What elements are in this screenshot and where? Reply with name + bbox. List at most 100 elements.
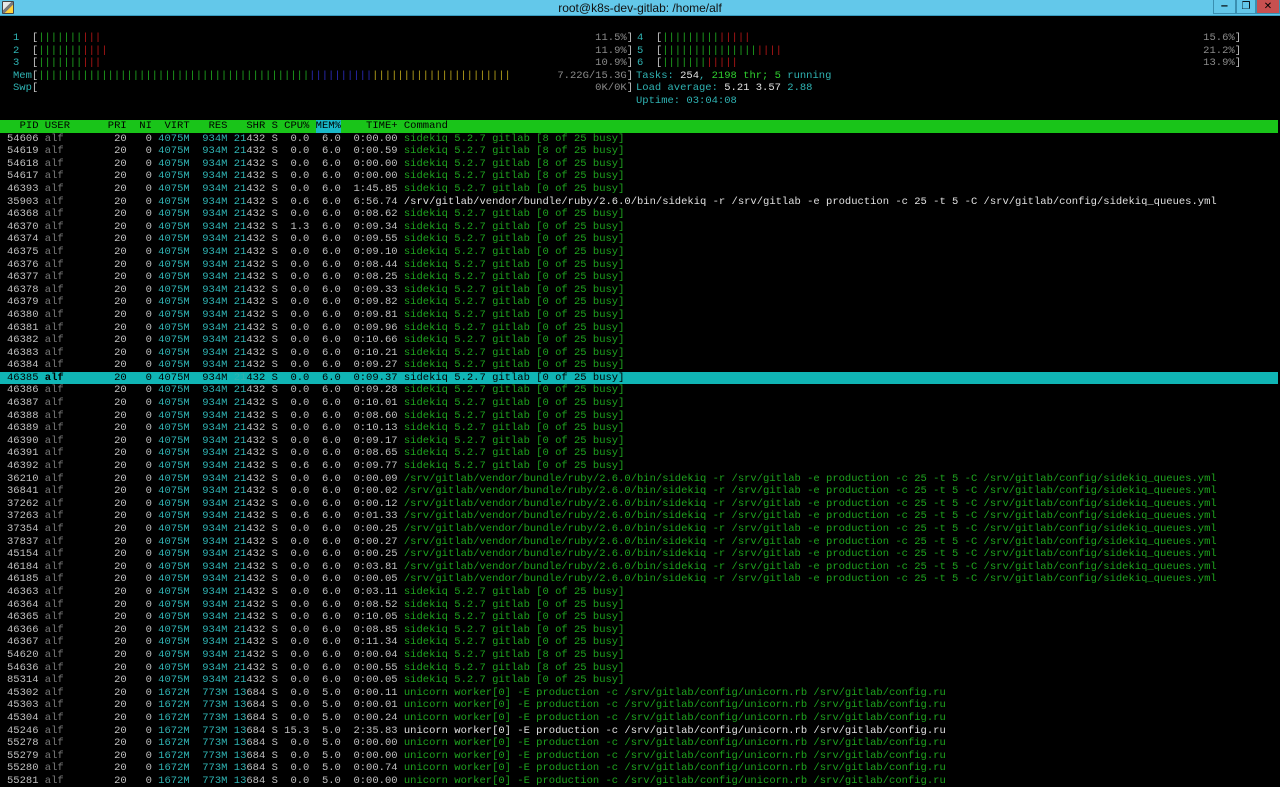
- cell-pid: 46378: [7, 283, 39, 296]
- cell-mem: 6.0: [321, 674, 341, 687]
- process-row[interactable]: 54636 alf 20 0 4075M 934M 21432 S 0.0 6.0 0:00.55 s…: [0, 662, 1278, 675]
- process-list[interactable]: 54606 alf 20 0 4075M 934M 21432 S 0.0 6.0 0:00.00 s…: [0, 133, 1278, 787]
- process-row[interactable]: 46378 alf 20 0 4075M 934M 21432 S 0.0 6.0 0:09.33 s…: [0, 284, 1278, 297]
- meter-swp: Swp[0K/0K]: [13, 82, 633, 95]
- process-row[interactable]: 46365 alf 20 0 4075M 934M 21432 S 0.0 6.0 0:10.05 s…: [0, 611, 1278, 624]
- column-header-s[interactable]: S: [272, 120, 278, 133]
- cell-mem: 6.0: [321, 195, 341, 208]
- process-row[interactable]: 46376 alf 20 0 4075M 934M 21432 S 0.0 6.0 0:08.44 s…: [0, 259, 1278, 272]
- cell-shr: 21432: [233, 359, 266, 372]
- cell-pid: 85314: [7, 674, 39, 687]
- process-row[interactable]: 46368 alf 20 0 4075M 934M 21432 S 0.0 6.0 0:08.62 s…: [0, 208, 1278, 221]
- process-row[interactable]: 54620 alf 20 0 4075M 934M 21432 S 0.0 6.0 0:00.04 s…: [0, 649, 1278, 662]
- cell-s: S: [271, 271, 278, 284]
- process-row[interactable]: 46382 alf 20 0 4075M 934M 21432 S 0.0 6.0 0:10.66 s…: [0, 334, 1278, 347]
- cell-time: 0:00.09: [353, 472, 398, 485]
- process-row[interactable]: 37263 alf 20 0 4075M 934M 21432 S 0.6 6.0 0:01.33 /…: [0, 510, 1278, 523]
- column-header-shr[interactable]: SHR: [234, 120, 265, 133]
- process-row[interactable]: 46364 alf 20 0 4075M 934M 21432 S 0.0 6.0 0:08.52 s…: [0, 599, 1278, 612]
- cell-pid: 46388: [7, 409, 39, 422]
- process-row[interactable]: 85314 alf 20 0 4075M 934M 21432 S 0.0 6.0 0:00.05 s…: [0, 674, 1278, 687]
- minimize-button[interactable]: −: [1213, 0, 1236, 14]
- cell-pri: 20: [114, 661, 127, 674]
- process-row[interactable]: 46370 alf 20 0 4075M 934M 21432 S 1.3 6.0 0:09.34 s…: [0, 221, 1278, 234]
- process-row[interactable]: 55279 alf 20 0 1672M 773M 13684 S 0.0 5.0 0:00.00 u…: [0, 750, 1278, 763]
- process-row[interactable]: 46375 alf 20 0 4075M 934M 21432 S 0.0 6.0 0:09.10 s…: [0, 246, 1278, 259]
- cell-cpu: 0.0: [290, 258, 310, 271]
- process-row[interactable]: 46391 alf 20 0 4075M 934M 21432 S 0.0 6.0 0:08.65 s…: [0, 447, 1278, 460]
- process-row[interactable]: 46377 alf 20 0 4075M 934M 21432 S 0.0 6.0 0:08.25 s…: [0, 271, 1278, 284]
- cell-mem: 6.0: [321, 397, 341, 410]
- cell-mem: 6.0: [321, 321, 341, 334]
- process-row[interactable]: 45246 alf 20 0 1672M 773M 13684 S 15.3 5.0 2:35.83…: [0, 725, 1278, 738]
- column-header-user[interactable]: USER: [45, 120, 102, 133]
- cell-mem: 6.0: [321, 485, 341, 498]
- cell-cpu: 0.0: [290, 573, 310, 586]
- column-header-virt[interactable]: VIRT: [158, 120, 189, 133]
- column-header-res[interactable]: RES: [196, 120, 228, 133]
- cell-cpu: 0.0: [290, 233, 310, 246]
- process-row[interactable]: 46381 alf 20 0 4075M 934M 21432 S 0.0 6.0 0:09.96 s…: [0, 322, 1278, 335]
- cell-res: 934M: [202, 359, 228, 372]
- process-row[interactable]: 46184 alf 20 0 4075M 934M 21432 S 0.0 6.0 0:03.81 /…: [0, 561, 1278, 574]
- process-row[interactable]: 55280 alf 20 0 1672M 773M 13684 S 0.0 5.0 0:00.74 u…: [0, 762, 1278, 775]
- cell-pid: 45154: [7, 548, 39, 561]
- column-header-ni[interactable]: NI: [133, 120, 152, 133]
- restore-button[interactable]: ❐: [1236, 0, 1256, 14]
- cell-time: 0:09.81: [353, 308, 398, 321]
- process-row[interactable]: 54618 alf 20 0 4075M 934M 21432 S 0.0 6.0 0:00.00 s…: [0, 158, 1278, 171]
- cell-time: 0:03.81: [353, 560, 398, 573]
- process-row[interactable]: 35903 alf 20 0 4075M 934M 21432 S 0.6 6.0 6:56.74 /…: [0, 196, 1278, 209]
- process-row[interactable]: 46383 alf 20 0 4075M 934M 21432 S 0.0 6.0 0:10.21 s…: [0, 347, 1278, 360]
- process-row-selected[interactable]: 46385 alf 20 0 4075M 934M 21432 S 0.0 6.0 0:09.37 s…: [0, 371, 1278, 385]
- cell-user: alf: [44, 145, 64, 158]
- process-row[interactable]: 36210 alf 20 0 4075M 934M 21432 S 0.0 6.0 0:00.09 /…: [0, 473, 1278, 486]
- process-row[interactable]: 46386 alf 20 0 4075M 934M 21432 S 0.0 6.0 0:09.28 s…: [0, 384, 1278, 397]
- cell-ni: 0: [145, 397, 152, 410]
- process-row[interactable]: 55281 alf 20 0 1672M 773M 13684 S 0.0 5.0 0:00.00 u…: [0, 775, 1278, 787]
- process-row[interactable]: 36841 alf 20 0 4075M 934M 21432 S 0.0 6.0 0:00.02 /…: [0, 485, 1278, 498]
- column-header-pid[interactable]: PID: [7, 120, 39, 133]
- cell-mem: 6.0: [321, 384, 341, 397]
- cell-res: 934M: [202, 460, 228, 473]
- process-row[interactable]: 37837 alf 20 0 4075M 934M 21432 S 0.0 6.0 0:00.27 /…: [0, 536, 1278, 549]
- process-row[interactable]: 46393 alf 20 0 4075M 934M 21432 S 0.0 6.0 1:45.85 s…: [0, 183, 1278, 196]
- cell-s: S: [271, 334, 278, 347]
- process-row[interactable]: 46374 alf 20 0 4075M 934M 21432 S 0.0 6.0 0:09.55 s…: [0, 233, 1278, 246]
- process-row[interactable]: 46379 alf 20 0 4075M 934M 21432 S 0.0 6.0 0:09.82 s…: [0, 296, 1278, 309]
- cell-shr: 21432: [233, 208, 266, 221]
- column-header-cmd[interactable]: Command: [404, 120, 448, 133]
- process-row[interactable]: 45304 alf 20 0 1672M 773M 13684 S 0.0 5.0 0:00.24 u…: [0, 712, 1278, 725]
- process-row[interactable]: 46384 alf 20 0 4075M 934M 21432 S 0.0 6.0 0:09.27 s…: [0, 359, 1278, 372]
- process-row[interactable]: 37354 alf 20 0 4075M 934M 21432 S 0.0 6.0 0:00.25 /…: [0, 523, 1278, 536]
- process-row[interactable]: 46366 alf 20 0 4075M 934M 21432 S 0.0 6.0 0:08.85 s…: [0, 624, 1278, 637]
- process-row[interactable]: 46390 alf 20 0 4075M 934M 21432 S 0.0 6.0 0:09.17 s…: [0, 435, 1278, 448]
- process-row[interactable]: 45154 alf 20 0 4075M 934M 21432 S 0.0 6.0 0:00.25 /…: [0, 548, 1278, 561]
- process-row[interactable]: 46392 alf 20 0 4075M 934M 21432 S 0.6 6.0 0:09.77 s…: [0, 460, 1278, 473]
- process-row[interactable]: 37262 alf 20 0 4075M 934M 21432 S 0.0 6.0 0:00.12 /…: [0, 498, 1278, 511]
- process-row[interactable]: 45302 alf 20 0 1672M 773M 13684 S 0.0 5.0 0:00.11 u…: [0, 687, 1278, 700]
- process-row[interactable]: 46380 alf 20 0 4075M 934M 21432 S 0.0 6.0 0:09.81 s…: [0, 309, 1278, 322]
- column-header-pri[interactable]: PRI: [108, 120, 127, 133]
- cell-cpu: 0.0: [290, 397, 310, 410]
- process-row[interactable]: 54606 alf 20 0 4075M 934M 21432 S 0.0 6.0 0:00.00 s…: [0, 133, 1278, 146]
- process-row[interactable]: 46185 alf 20 0 4075M 934M 21432 S 0.0 6.0 0:00.05 /…: [0, 573, 1278, 586]
- process-row[interactable]: 46363 alf 20 0 4075M 934M 21432 S 0.0 6.0 0:03.11 s…: [0, 586, 1278, 599]
- column-header-time[interactable]: TIME+: [347, 120, 398, 133]
- cell-cpu: 0.0: [290, 611, 310, 624]
- process-row[interactable]: 55278 alf 20 0 1672M 773M 13684 S 0.0 5.0 0:00.00 u…: [0, 737, 1278, 750]
- column-header-mem[interactable]: MEM%: [315, 120, 341, 133]
- process-row[interactable]: 46387 alf 20 0 4075M 934M 21432 S 0.0 6.0 0:10.01 s…: [0, 397, 1278, 410]
- process-row[interactable]: 54619 alf 20 0 4075M 934M 21432 S 0.0 6.0 0:00.59 s…: [0, 145, 1278, 158]
- process-row[interactable]: 46388 alf 20 0 4075M 934M 21432 S 0.0 6.0 0:08.60 s…: [0, 410, 1278, 423]
- process-row[interactable]: 46389 alf 20 0 4075M 934M 21432 S 0.0 6.0 0:10.13 s…: [0, 422, 1278, 435]
- close-button[interactable]: ✕: [1256, 0, 1280, 14]
- column-header-cpu[interactable]: CPU%: [284, 120, 309, 133]
- process-row[interactable]: 46367 alf 20 0 4075M 934M 21432 S 0.0 6.0 0:11.34 s…: [0, 636, 1278, 649]
- process-row[interactable]: 45303 alf 20 0 1672M 773M 13684 S 0.0 5.0 0:00.01 u…: [0, 699, 1278, 712]
- cell-pri: 20: [114, 422, 127, 435]
- cell-virt: 4075M: [158, 460, 190, 473]
- running-label: running: [780, 69, 832, 82]
- process-row[interactable]: 54617 alf 20 0 4075M 934M 21432 S 0.0 6.0 0:00.00 s…: [0, 170, 1278, 183]
- cell-virt: 4075M: [158, 661, 190, 674]
